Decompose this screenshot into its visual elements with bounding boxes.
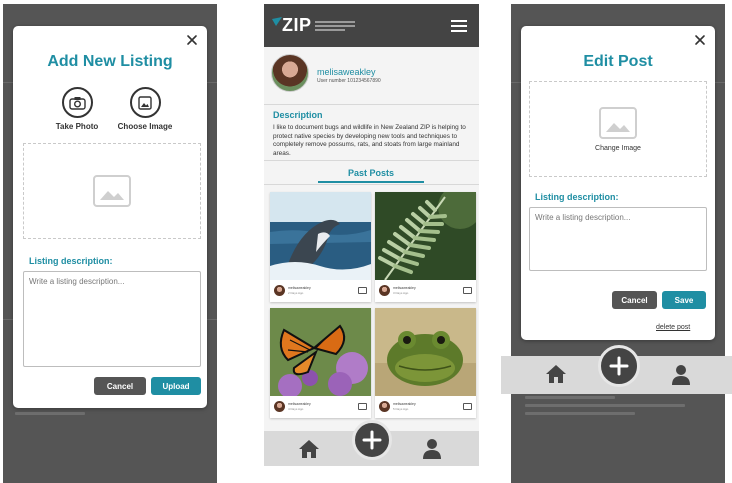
modal-title: Edit Post — [583, 53, 653, 70]
post-card[interactable]: melisaweakley 5 Days Ago — [375, 308, 476, 418]
post-date: 2 Days Ago — [288, 291, 304, 295]
post-author: melisaweakley — [393, 286, 416, 290]
tab-past-posts[interactable]: Past Posts — [318, 168, 424, 183]
post-image-icon[interactable] — [463, 403, 472, 410]
image-placeholder-icon — [93, 175, 131, 207]
post-image-frog — [375, 308, 476, 396]
home-icon[interactable] — [298, 439, 320, 459]
user-number: User number 101234567890 — [317, 78, 381, 84]
post-avatar — [274, 285, 285, 296]
plus-icon — [362, 430, 382, 450]
post-image-fern — [375, 192, 476, 280]
post-image-whale — [270, 192, 371, 280]
logo-tagline — [314, 19, 355, 33]
close-icon[interactable] — [693, 33, 707, 47]
add-listing-screen: Add New Listing Take Photo Choose Image … — [3, 4, 217, 483]
avatar[interactable] — [271, 54, 309, 92]
description-input[interactable] — [23, 271, 201, 367]
delete-post-link[interactable]: delete post — [656, 324, 690, 331]
cancel-button[interactable]: Cancel — [612, 291, 657, 309]
post-meta: melisaweakley 5 Days Ago — [375, 396, 476, 418]
background-text — [525, 412, 635, 415]
add-post-button[interactable] — [352, 420, 392, 460]
take-photo-option[interactable]: Take Photo — [47, 87, 107, 131]
post-image-icon[interactable] — [463, 287, 472, 294]
post-image-icon[interactable] — [358, 287, 367, 294]
post-card[interactable]: melisaweakley 3 Days Ago — [375, 192, 476, 302]
description-label: Listing description: — [29, 256, 113, 266]
divider — [264, 104, 479, 105]
upload-button[interactable]: Upload — [151, 377, 201, 395]
background-text — [525, 396, 615, 399]
change-image-label: Change Image — [595, 144, 641, 152]
modal-title: Add New Listing — [47, 53, 173, 70]
save-button[interactable]: Save — [662, 291, 706, 309]
post-date: 5 Days Ago — [393, 407, 409, 411]
plus-icon — [609, 356, 629, 376]
image-icon — [138, 95, 152, 110]
edit-post-screen: Edit Post Change Image Listing descripti… — [511, 4, 725, 483]
description-input[interactable] — [529, 207, 707, 271]
post-date: 3 Days Ago — [393, 291, 409, 295]
add-listing-modal: Add New Listing Take Photo Choose Image … — [13, 26, 207, 408]
divider — [264, 160, 479, 161]
post-author: melisaweakley — [393, 402, 416, 406]
post-image-butterfly — [270, 308, 371, 396]
user-icon[interactable] — [671, 364, 691, 385]
hamburger-icon[interactable] — [451, 20, 467, 35]
post-meta: melisaweakley 4 Days Ago — [270, 396, 371, 418]
post-image-icon[interactable] — [358, 403, 367, 410]
edit-post-modal: Edit Post Change Image Listing descripti… — [521, 26, 715, 340]
choose-image-label: Choose Image — [117, 122, 173, 131]
close-icon[interactable] — [185, 33, 199, 47]
change-image-area[interactable]: Change Image — [529, 81, 707, 177]
background-text — [525, 404, 685, 407]
take-photo-label: Take Photo — [55, 122, 99, 131]
description-label: Listing description: — [535, 192, 619, 202]
post-avatar — [379, 401, 390, 412]
zip-logo: ZIP — [272, 15, 355, 36]
camera-icon — [68, 96, 86, 110]
image-placeholder-icon — [599, 106, 637, 139]
add-post-button[interactable] — [598, 345, 640, 387]
divider — [264, 184, 479, 185]
choose-image-option[interactable]: Choose Image — [115, 87, 175, 131]
take-photo-button[interactable] — [61, 87, 93, 118]
description-body: I like to document bugs and wildlife in … — [273, 124, 466, 157]
post-author: melisaweakley — [288, 286, 311, 290]
background-text — [15, 412, 85, 415]
post-avatar — [379, 285, 390, 296]
user-icon[interactable] — [422, 438, 442, 459]
post-avatar — [274, 401, 285, 412]
logo-swoosh-icon — [272, 16, 282, 26]
post-author: melisaweakley — [288, 402, 311, 406]
post-meta: melisaweakley 3 Days Ago — [375, 280, 476, 302]
username: melisaweakley — [317, 67, 376, 77]
description-heading: Description — [273, 110, 323, 120]
choose-image-button[interactable] — [129, 87, 161, 118]
profile-screen: ZIP melisaweakley User number 1012345678… — [264, 4, 479, 466]
post-card[interactable]: melisaweakley 2 Days Ago — [270, 192, 371, 302]
home-icon[interactable] — [545, 364, 567, 384]
post-card[interactable]: melisaweakley 4 Days Ago — [270, 308, 371, 418]
image-preview-area[interactable] — [23, 143, 201, 239]
post-meta: melisaweakley 2 Days Ago — [270, 280, 371, 302]
cancel-button[interactable]: Cancel — [94, 377, 146, 395]
logo-text: ZIP — [282, 15, 312, 35]
post-date: 4 Days Ago — [288, 407, 304, 411]
top-bar: ZIP — [264, 4, 479, 47]
screen-collage: Add New Listing Take Photo Choose Image … — [0, 0, 732, 483]
